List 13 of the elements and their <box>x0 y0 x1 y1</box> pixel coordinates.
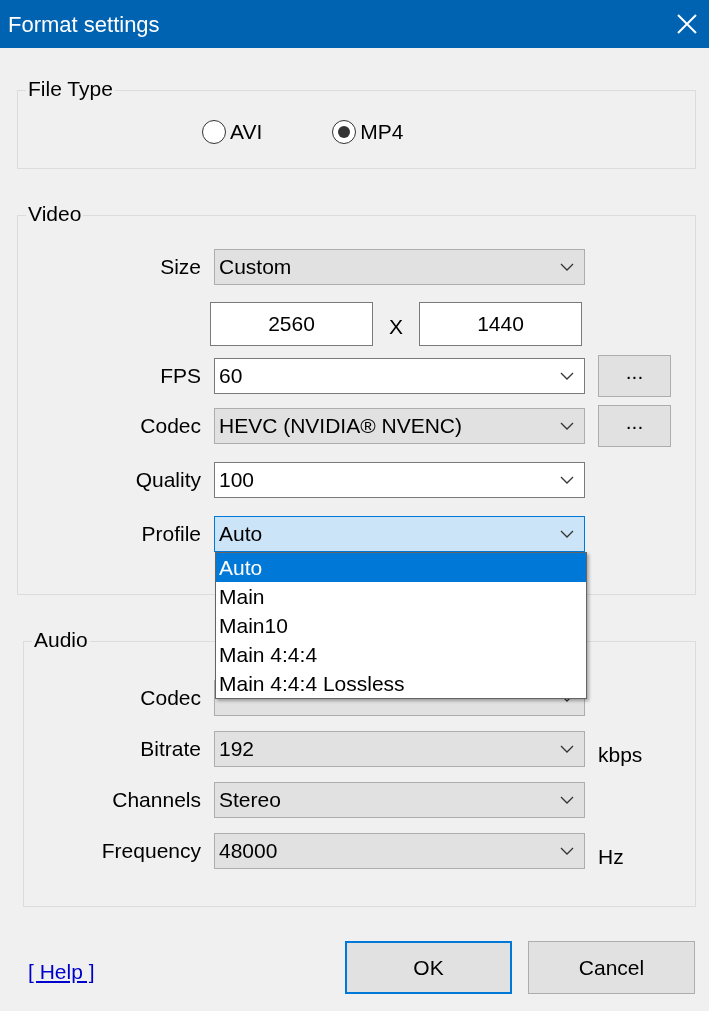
field-label: Size <box>159 254 202 281</box>
field-label: Quality <box>134 467 202 494</box>
field-label: Profile <box>140 521 202 548</box>
field-label: Codec <box>139 685 202 712</box>
field-label: Bitrate <box>139 736 202 763</box>
unit-label: kbps <box>598 742 643 769</box>
window-title: Format settings <box>8 10 160 39</box>
unit-label: Hz <box>598 844 624 871</box>
separator-label: X <box>388 314 404 341</box>
field-label: Frequency <box>100 838 202 865</box>
field-label: FPS <box>159 363 202 390</box>
field-label: Codec <box>139 413 202 440</box>
field-label: Channels <box>111 787 202 814</box>
